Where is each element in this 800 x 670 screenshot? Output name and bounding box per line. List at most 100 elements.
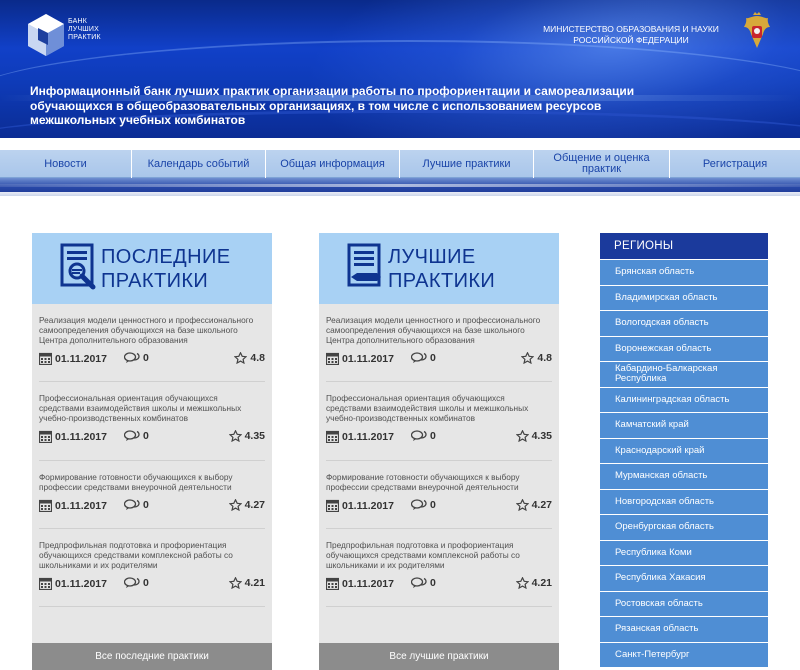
comments-count: 0	[430, 499, 436, 511]
all-latest-practices-button[interactable]: Все последние практики	[32, 643, 272, 670]
region-item[interactable]: Владимирская область	[600, 285, 768, 310]
ministry-line: РОССИЙСКОЙ ФЕДЕРАЦИИ	[573, 35, 689, 45]
practice-meta: 01.11.2017 0 4.8	[326, 350, 552, 370]
practice-comments: 0	[124, 577, 149, 589]
practice-comments: 0	[411, 352, 436, 364]
practice-title[interactable]: Формирование готовности обучающихся к вы…	[326, 461, 552, 492]
practice-title[interactable]: Предпрофильная подготовка и профориентац…	[326, 529, 552, 570]
calendar-icon	[39, 577, 52, 590]
practice-date: 01.11.2017	[326, 352, 394, 365]
region-item[interactable]: Республика Хакасия	[600, 566, 768, 591]
calendar-icon	[39, 499, 52, 512]
panel-header[interactable]: ЛУЧШИЕ ПРАКТИКИ	[319, 233, 559, 304]
practice-date: 01.11.2017	[39, 577, 107, 590]
logo-text[interactable]: БАНК ЛУЧШИХ ПРАКТИК	[68, 18, 101, 42]
comments-count: 0	[143, 577, 149, 589]
star-icon	[228, 577, 242, 589]
panel-title-line: ПРАКТИКИ	[101, 270, 209, 292]
ministry-line: МИНИСТЕРСТВО ОБРАЗОВАНИЯ И НАУКИ	[543, 24, 719, 34]
region-item[interactable]: Калининградская область	[600, 387, 768, 412]
region-item[interactable]: Камчатский край	[600, 413, 768, 438]
calendar-icon	[39, 430, 52, 443]
practice-rating: 4.27	[228, 499, 265, 511]
practice-comments: 0	[124, 352, 149, 364]
region-item[interactable]: Ростовская область	[600, 591, 768, 616]
practice-rating: 4.21	[515, 577, 552, 589]
practice-date: 01.11.2017	[39, 499, 107, 512]
date-value: 01.11.2017	[55, 577, 107, 590]
date-value: 01.11.2017	[55, 352, 107, 365]
practice-item[interactable]: Реализация модели ценностного и професси…	[326, 304, 552, 382]
comments-icon	[411, 352, 427, 363]
star-icon	[515, 577, 529, 589]
practice-item[interactable]: Профессиональная ориентация обучающихся …	[326, 382, 552, 461]
comments-icon	[411, 499, 427, 510]
nav-registration[interactable]: Регистрация	[670, 150, 800, 178]
practice-date: 01.11.2017	[39, 430, 107, 443]
rating-value: 4.21	[244, 577, 265, 589]
practice-meta: 01.11.2017 0 4.21	[39, 575, 265, 595]
logo-cube-icon[interactable]	[26, 12, 66, 58]
practice-comments: 0	[124, 430, 149, 442]
region-item[interactable]: Рязанская область	[600, 617, 768, 642]
date-value: 01.11.2017	[342, 352, 394, 365]
region-item[interactable]: Республика Коми	[600, 540, 768, 565]
nav-general-info[interactable]: Общая информация	[266, 150, 400, 178]
practice-item[interactable]: Предпрофильная подготовка и профориентац…	[39, 529, 265, 607]
practice-item[interactable]: Формирование готовности обучающихся к вы…	[326, 461, 552, 529]
best-practices-panel: ЛУЧШИЕ ПРАКТИКИ Реализация модели ценнос…	[319, 233, 559, 670]
site-title: Информационный банк лучших практик орган…	[30, 84, 635, 127]
all-best-practices-button[interactable]: Все лучшие практики	[319, 643, 559, 670]
panel-header[interactable]: ПОСЛЕДНИЕ ПРАКТИКИ	[32, 233, 272, 304]
panel-title: ЛУЧШИЕ ПРАКТИКИ	[388, 245, 495, 293]
nav-decoration-band	[0, 178, 800, 196]
practice-comments: 0	[124, 499, 149, 511]
region-item[interactable]: Кабардино-Балкарская Республика	[600, 362, 768, 387]
region-item[interactable]: Краснодарский край	[600, 438, 768, 463]
rating-value: 4.27	[531, 499, 552, 511]
practice-title[interactable]: Формирование готовности обучающихся к вы…	[39, 461, 265, 492]
practice-title[interactable]: Реализация модели ценностного и професси…	[39, 304, 265, 345]
nav-events-calendar[interactable]: Календарь событий	[132, 150, 266, 178]
practice-rating: 4.8	[521, 352, 552, 364]
practice-title[interactable]: Предпрофильная подготовка и профориентац…	[39, 529, 265, 570]
practice-date: 01.11.2017	[326, 430, 394, 443]
practice-item[interactable]: Профессиональная ориентация обучающихся …	[39, 382, 265, 461]
region-item[interactable]: Оренбургская область	[600, 515, 768, 540]
practice-item[interactable]: Формирование готовности обучающихся к вы…	[39, 461, 265, 529]
region-item[interactable]: Воронежская область	[600, 336, 768, 361]
practice-list: Реализация модели ценностного и професси…	[32, 304, 272, 607]
nav-news[interactable]: Новости	[0, 150, 132, 178]
practice-item[interactable]: Предпрофильная подготовка и профориентац…	[326, 529, 552, 607]
regions-title: РЕГИОНЫ	[600, 233, 768, 259]
regions-sidebar: РЕГИОНЫ Брянская область Владимирская об…	[600, 233, 768, 670]
practice-rating: 4.8	[234, 352, 265, 364]
site-header: БАНК ЛУЧШИХ ПРАКТИК МИНИСТЕРСТВО ОБРАЗОВ…	[0, 0, 800, 138]
region-item[interactable]: Вологодская область	[600, 311, 768, 336]
practice-title[interactable]: Профессиональная ориентация обучающихся …	[39, 382, 265, 423]
region-item[interactable]: Брянская область	[600, 260, 768, 285]
region-item[interactable]: Мурманская область	[600, 464, 768, 489]
practice-comments: 0	[411, 430, 436, 442]
date-value: 01.11.2017	[55, 430, 107, 443]
latest-practices-panel: ПОСЛЕДНИЕ ПРАКТИКИ Реализация модели цен…	[32, 233, 272, 670]
practice-date: 01.11.2017	[39, 352, 107, 365]
practice-rating: 4.35	[515, 430, 552, 442]
practice-rating: 4.21	[228, 577, 265, 589]
comments-icon	[411, 430, 427, 441]
panel-title-line: ПРАКТИКИ	[388, 270, 496, 292]
practice-item[interactable]: Реализация модели ценностного и професси…	[39, 304, 265, 382]
calendar-icon	[326, 352, 339, 365]
practice-title[interactable]: Реализация модели ценностного и професси…	[326, 304, 552, 345]
rating-value: 4.35	[531, 430, 552, 442]
region-item[interactable]: Новгородская область	[600, 489, 768, 514]
nav-discussion[interactable]: Общение и оценка практик	[534, 150, 670, 178]
practice-title[interactable]: Профессиональная ориентация обучающихся …	[326, 382, 552, 423]
star-icon	[228, 430, 242, 442]
practice-comments: 0	[411, 577, 436, 589]
practice-meta: 01.11.2017 0 4.27	[39, 497, 265, 517]
document-search-icon	[60, 243, 96, 290]
date-value: 01.11.2017	[342, 577, 394, 590]
region-item[interactable]: Санкт-Петербург	[600, 642, 768, 667]
nav-best-practices[interactable]: Лучшие практики	[400, 150, 534, 178]
